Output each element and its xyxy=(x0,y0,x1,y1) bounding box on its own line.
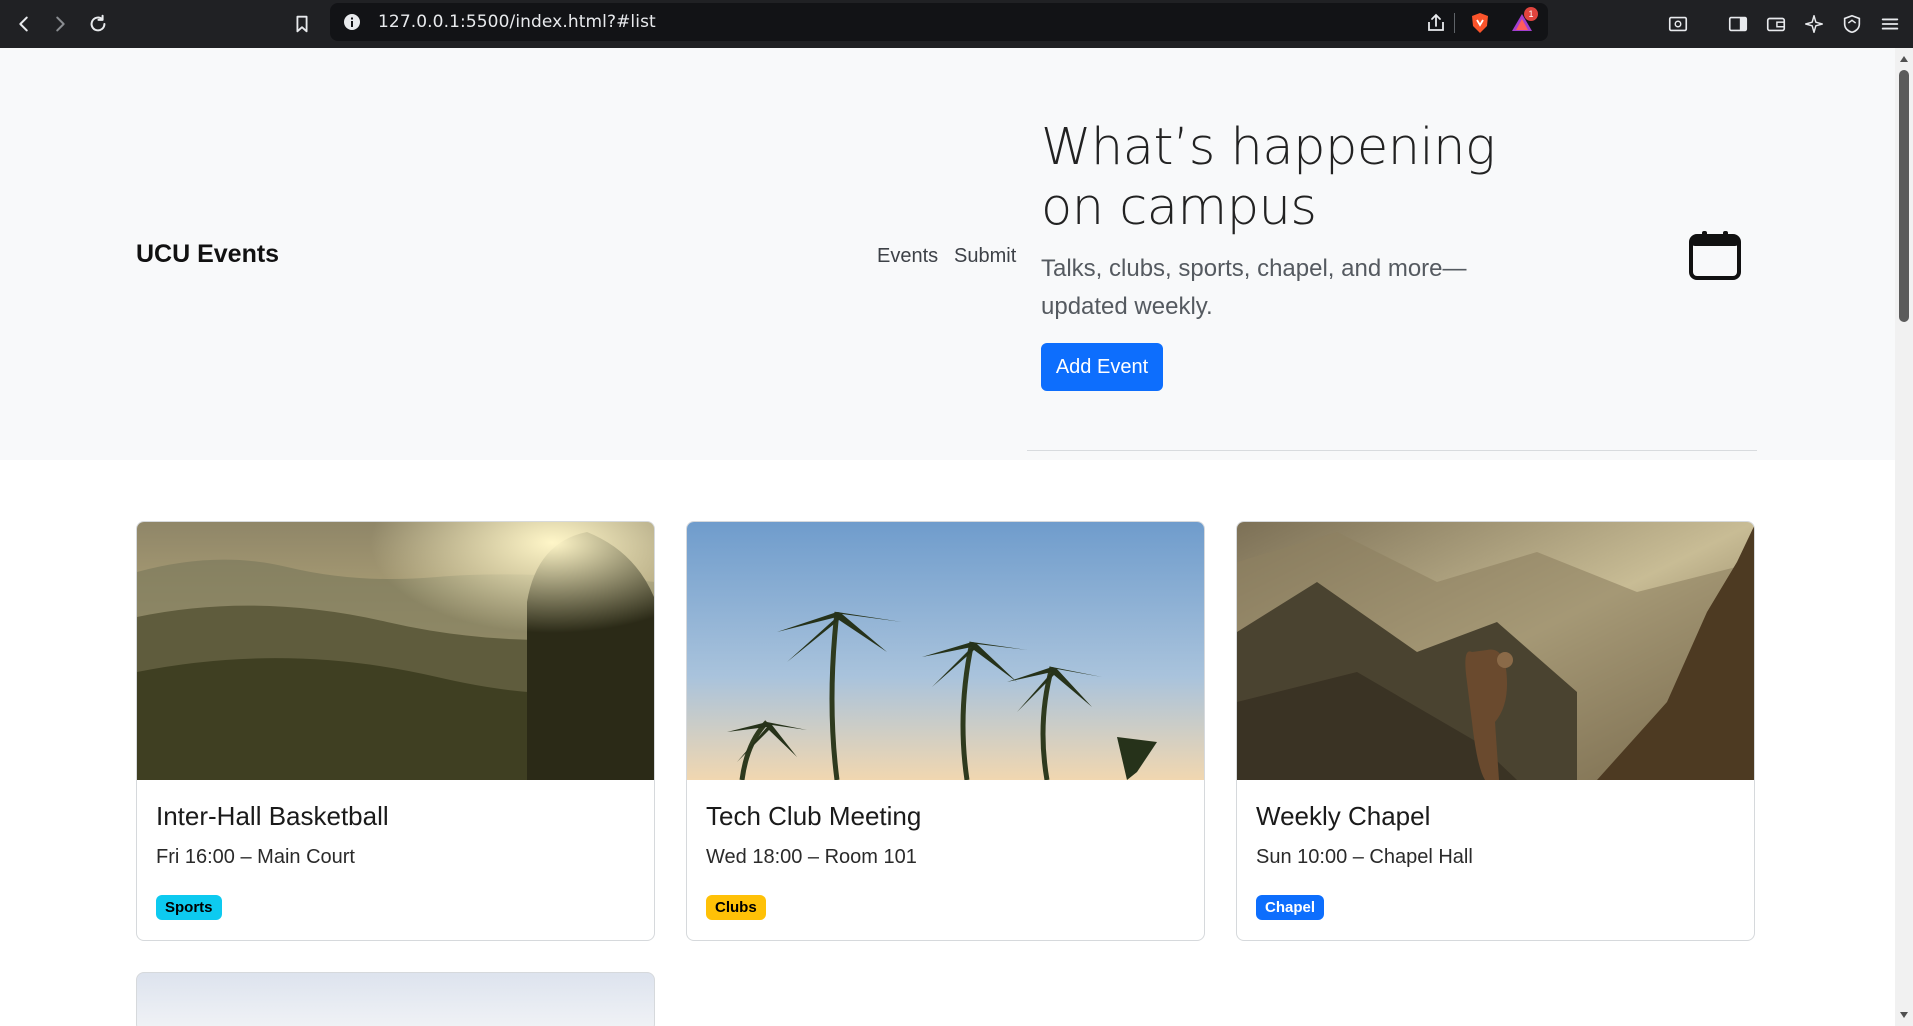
vpn-shield-icon[interactable] xyxy=(1836,8,1868,40)
event-card[interactable]: Weekly Chapel Sun 10:00 – Chapel Hall Ch… xyxy=(1236,521,1755,941)
browser-toolbar: 127.0.0.1:5500/index.html?#list 1 xyxy=(0,0,1913,48)
wallet-icon[interactable] xyxy=(1760,8,1792,40)
event-category-badge: Clubs xyxy=(706,895,766,920)
hero-divider xyxy=(1027,450,1757,451)
scroll-down-icon[interactable] xyxy=(1899,1010,1909,1020)
event-card[interactable]: Tech Club Meeting Wed 18:00 – Room 101 C… xyxy=(686,521,1205,941)
site-info-icon[interactable] xyxy=(342,12,362,32)
forward-icon[interactable] xyxy=(44,8,76,40)
share-icon[interactable] xyxy=(1424,11,1448,35)
event-category-badge: Sports xyxy=(156,895,222,920)
leo-ai-icon[interactable] xyxy=(1798,8,1830,40)
hero-title: What’s happening on campus xyxy=(1041,118,1496,237)
event-title[interactable]: Tech Club Meeting xyxy=(706,801,921,832)
event-image xyxy=(687,522,1204,780)
event-title[interactable]: Weekly Chapel xyxy=(1256,801,1430,832)
hero-section: UCU Events Events Submit What’s happenin… xyxy=(0,48,1895,460)
bookmark-icon[interactable] xyxy=(286,8,318,40)
reader-mode-icon[interactable] xyxy=(1662,8,1694,40)
event-card-partial[interactable] xyxy=(136,972,655,1026)
page-viewport: UCU Events Events Submit What’s happenin… xyxy=(0,48,1895,1026)
event-time-location: Sun 10:00 – Chapel Hall xyxy=(1256,846,1473,868)
nav-link-events[interactable]: Events xyxy=(877,245,938,268)
url-text[interactable]: 127.0.0.1:5500/index.html?#list xyxy=(378,12,656,32)
scroll-up-icon[interactable] xyxy=(1899,54,1909,64)
notification-badge: 1 xyxy=(1524,7,1538,21)
add-event-button[interactable]: Add Event xyxy=(1041,343,1163,391)
back-icon[interactable] xyxy=(8,8,40,40)
event-card[interactable]: Inter-Hall Basketball Fri 16:00 – Main C… xyxy=(136,521,655,941)
scrollbar-thumb[interactable] xyxy=(1899,70,1909,322)
event-category-badge: Chapel xyxy=(1256,895,1325,920)
brave-shields-icon[interactable] xyxy=(1468,11,1492,35)
menu-icon[interactable] xyxy=(1874,8,1906,40)
brand-logo[interactable]: UCU Events xyxy=(136,240,279,269)
hero-subtitle: Talks, clubs, sports, chapel, and more—u… xyxy=(1041,255,1467,320)
event-image xyxy=(1237,522,1754,780)
brave-rewards-icon[interactable]: 1 xyxy=(1510,7,1538,35)
separator xyxy=(1454,13,1455,33)
event-image xyxy=(137,522,654,780)
address-bar[interactable]: 127.0.0.1:5500/index.html?#list 1 xyxy=(330,3,1548,41)
scrollbar[interactable] xyxy=(1895,48,1913,1026)
sidebar-icon[interactable] xyxy=(1722,8,1754,40)
event-time-location: Fri 16:00 – Main Court xyxy=(156,846,355,868)
event-time-location: Wed 18:00 – Room 101 xyxy=(706,846,917,868)
event-title[interactable]: Inter-Hall Basketball xyxy=(156,801,389,832)
calendar-icon xyxy=(1689,231,1741,280)
reload-icon[interactable] xyxy=(82,8,114,40)
nav-link-submit[interactable]: Submit xyxy=(954,245,1016,268)
